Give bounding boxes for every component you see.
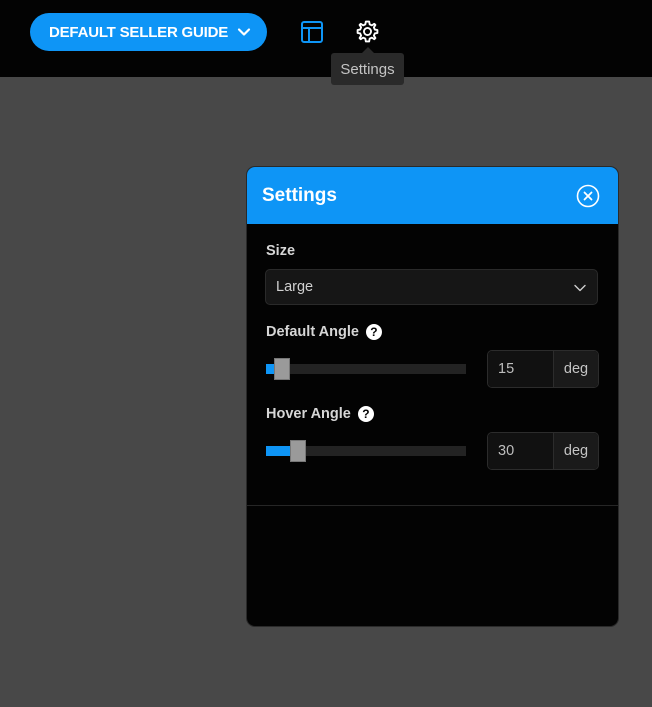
seller-guide-label: DEFAULT SELLER GUIDE <box>49 23 229 41</box>
settings-tooltip: Settings <box>331 47 404 85</box>
default-angle-input-group: deg <box>487 350 599 388</box>
hover-angle-slider[interactable] <box>266 440 466 462</box>
settings-panel-header: Settings <box>247 167 618 224</box>
size-label: Size <box>266 243 296 259</box>
size-label-row: Size <box>266 243 295 259</box>
size-select[interactable]: Large <box>265 269 598 305</box>
chevron-down-icon <box>574 284 586 292</box>
gear-icon[interactable] <box>355 19 380 44</box>
close-icon[interactable] <box>576 184 600 208</box>
default-angle-unit: deg <box>554 351 598 387</box>
top-bar: DEFAULT SELLER GUIDE Settings <box>0 0 652 85</box>
default-angle-label-row: Default Angle ? <box>266 324 382 340</box>
chevron-down-icon <box>237 28 251 36</box>
help-icon[interactable]: ? <box>357 406 374 422</box>
hover-angle-unit: deg <box>554 433 598 469</box>
default-angle-slider-thumb[interactable] <box>274 358 290 380</box>
hover-angle-input-group: deg <box>487 432 599 470</box>
default-angle-slider[interactable] <box>266 358 466 380</box>
seller-guide-dropdown-button[interactable]: DEFAULT SELLER GUIDE <box>30 13 267 51</box>
settings-panel-title: Settings <box>262 184 337 206</box>
default-angle-input[interactable] <box>488 351 554 387</box>
hover-angle-input[interactable] <box>488 433 554 469</box>
default-angle-label: Default Angle <box>266 324 359 340</box>
layout-icon[interactable] <box>300 20 324 44</box>
tooltip-text: Settings <box>340 60 395 78</box>
help-icon[interactable]: ? <box>365 324 382 340</box>
hover-angle-slider-thumb[interactable] <box>290 440 306 462</box>
hover-angle-label-row: Hover Angle ? <box>266 406 374 422</box>
size-select-value: Large <box>276 279 314 295</box>
panel-divider <box>247 505 618 506</box>
hover-angle-label: Hover Angle <box>266 406 351 422</box>
settings-panel: Settings Size Large Default Angle ? deg … <box>247 167 618 626</box>
